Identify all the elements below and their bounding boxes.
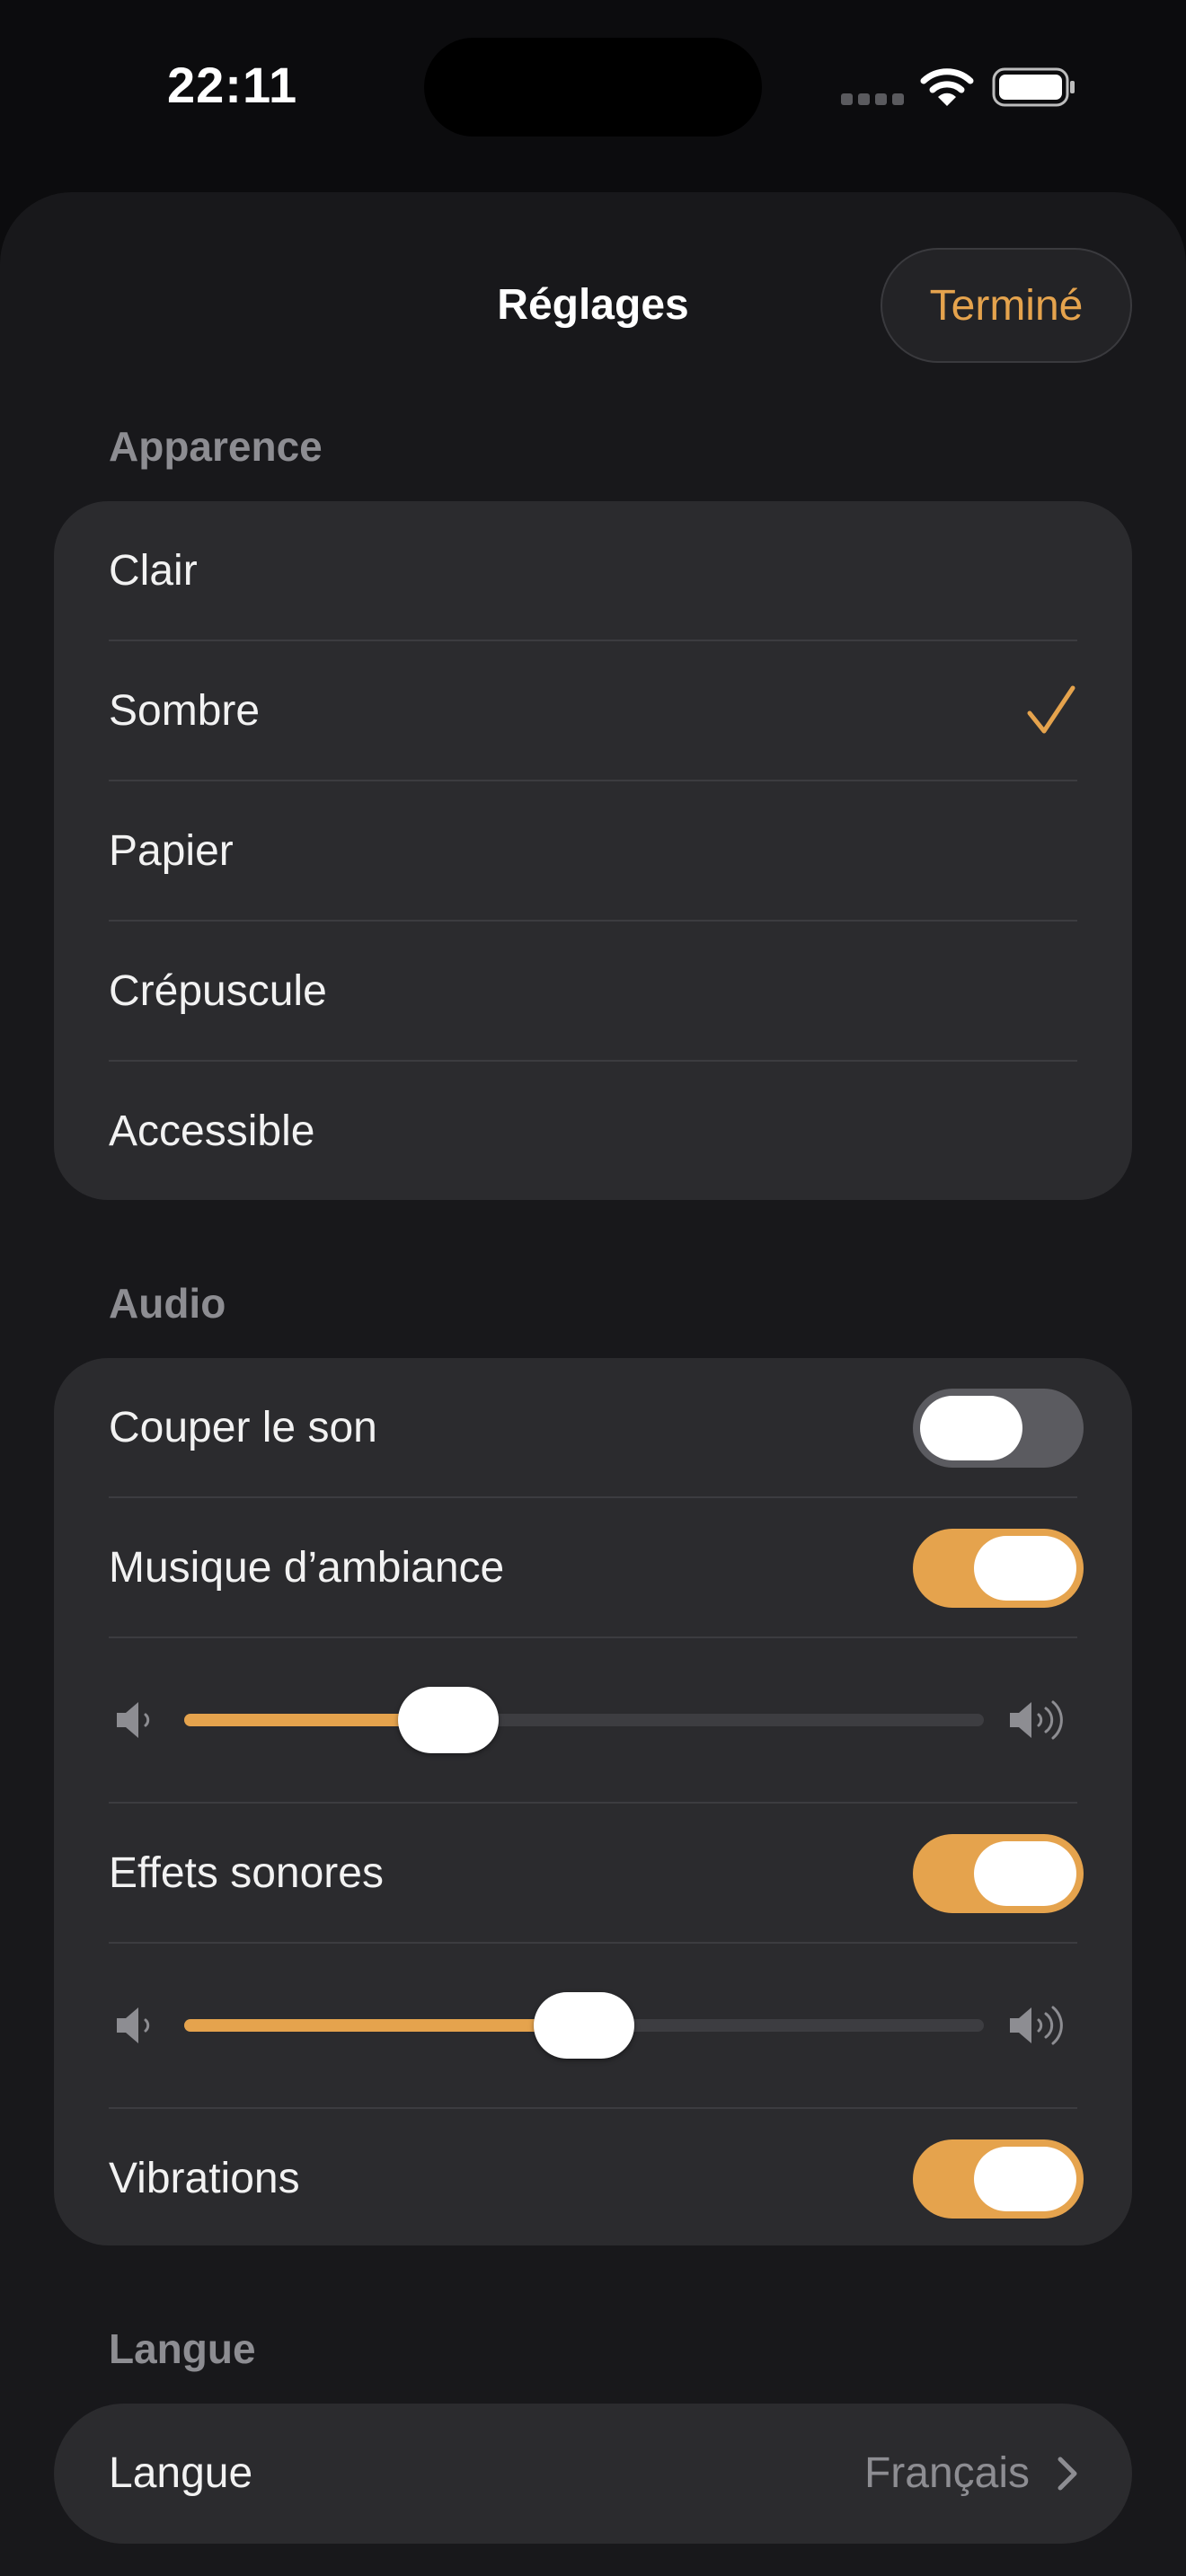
speaker-low-icon — [117, 1702, 150, 1738]
speaker-low-icon — [117, 2007, 150, 2043]
mute-row: Couper le son — [54, 1358, 1132, 1498]
speaker-high-icon — [1010, 2006, 1063, 2045]
appearance-option-crepuscule[interactable]: Crépuscule — [54, 922, 1132, 1062]
effects-toggle[interactable] — [913, 1834, 1084, 1913]
mute-toggle[interactable] — [913, 1389, 1084, 1468]
option-label: Papier — [109, 827, 234, 875]
language-group: Langue Français — [54, 2404, 1132, 2544]
slider-thumb[interactable] — [397, 1687, 499, 1753]
slider-thumb[interactable] — [534, 1992, 634, 2059]
vibrations-toggle[interactable] — [913, 2139, 1084, 2219]
option-label: Accessible — [109, 1107, 315, 1155]
status-time: 22:11 — [167, 57, 298, 113]
effects-volume-row — [54, 1944, 1132, 2107]
option-label: Sombre — [109, 687, 261, 735]
cellular-signal-icon — [841, 93, 904, 105]
done-button[interactable]: Terminé — [881, 248, 1132, 363]
music-label: Musique d’ambiance — [109, 1544, 505, 1592]
wifi-icon — [920, 68, 974, 106]
section-header-audio: Audio — [109, 1280, 226, 1327]
section-header-language: Langue — [109, 2325, 256, 2372]
mute-label: Couper le son — [109, 1404, 377, 1451]
music-volume-slider[interactable] — [184, 1687, 984, 1753]
option-label: Crépuscule — [109, 967, 327, 1015]
toggle-knob — [974, 2147, 1076, 2211]
toggle-knob — [920, 1396, 1022, 1460]
chevron-right-icon — [1058, 2457, 1077, 2491]
speaker-high-icon — [1010, 1700, 1063, 1740]
appearance-option-papier[interactable]: Papier — [54, 781, 1132, 922]
toggle-knob — [974, 1536, 1076, 1601]
appearance-option-clair[interactable]: Clair — [54, 501, 1132, 641]
appearance-group: Clair Sombre Papier Crépuscule Accessibl… — [54, 501, 1132, 1200]
language-label: Langue — [109, 2449, 253, 2497]
appearance-option-sombre[interactable]: Sombre — [54, 641, 1132, 781]
vibrations-row: Vibrations — [54, 2109, 1132, 2245]
effects-volume-slider[interactable] — [184, 1992, 984, 2059]
battery-icon — [992, 67, 1075, 107]
music-row: Musique d’ambiance — [54, 1498, 1132, 1638]
dynamic-island — [424, 38, 762, 137]
audio-group: Couper le son Musique d’ambiance Effets … — [54, 1358, 1132, 2245]
section-header-appearance: Apparence — [109, 423, 323, 470]
music-toggle[interactable] — [913, 1529, 1084, 1608]
language-value: Français — [863, 2449, 1030, 2497]
toggle-knob — [974, 1841, 1076, 1906]
slider-fill — [184, 2019, 584, 2032]
checkmark-icon — [1027, 685, 1075, 734]
language-row[interactable]: Langue Français — [54, 2404, 1132, 2544]
status-bar: 22:11 — [0, 0, 1186, 171]
music-volume-row — [54, 1638, 1132, 1802]
effects-row: Effets sonores — [54, 1804, 1132, 1944]
option-label: Clair — [109, 547, 198, 595]
appearance-option-accessible[interactable]: Accessible — [54, 1062, 1132, 1200]
effects-label: Effets sonores — [109, 1849, 384, 1897]
vibrations-label: Vibrations — [109, 2155, 300, 2202]
